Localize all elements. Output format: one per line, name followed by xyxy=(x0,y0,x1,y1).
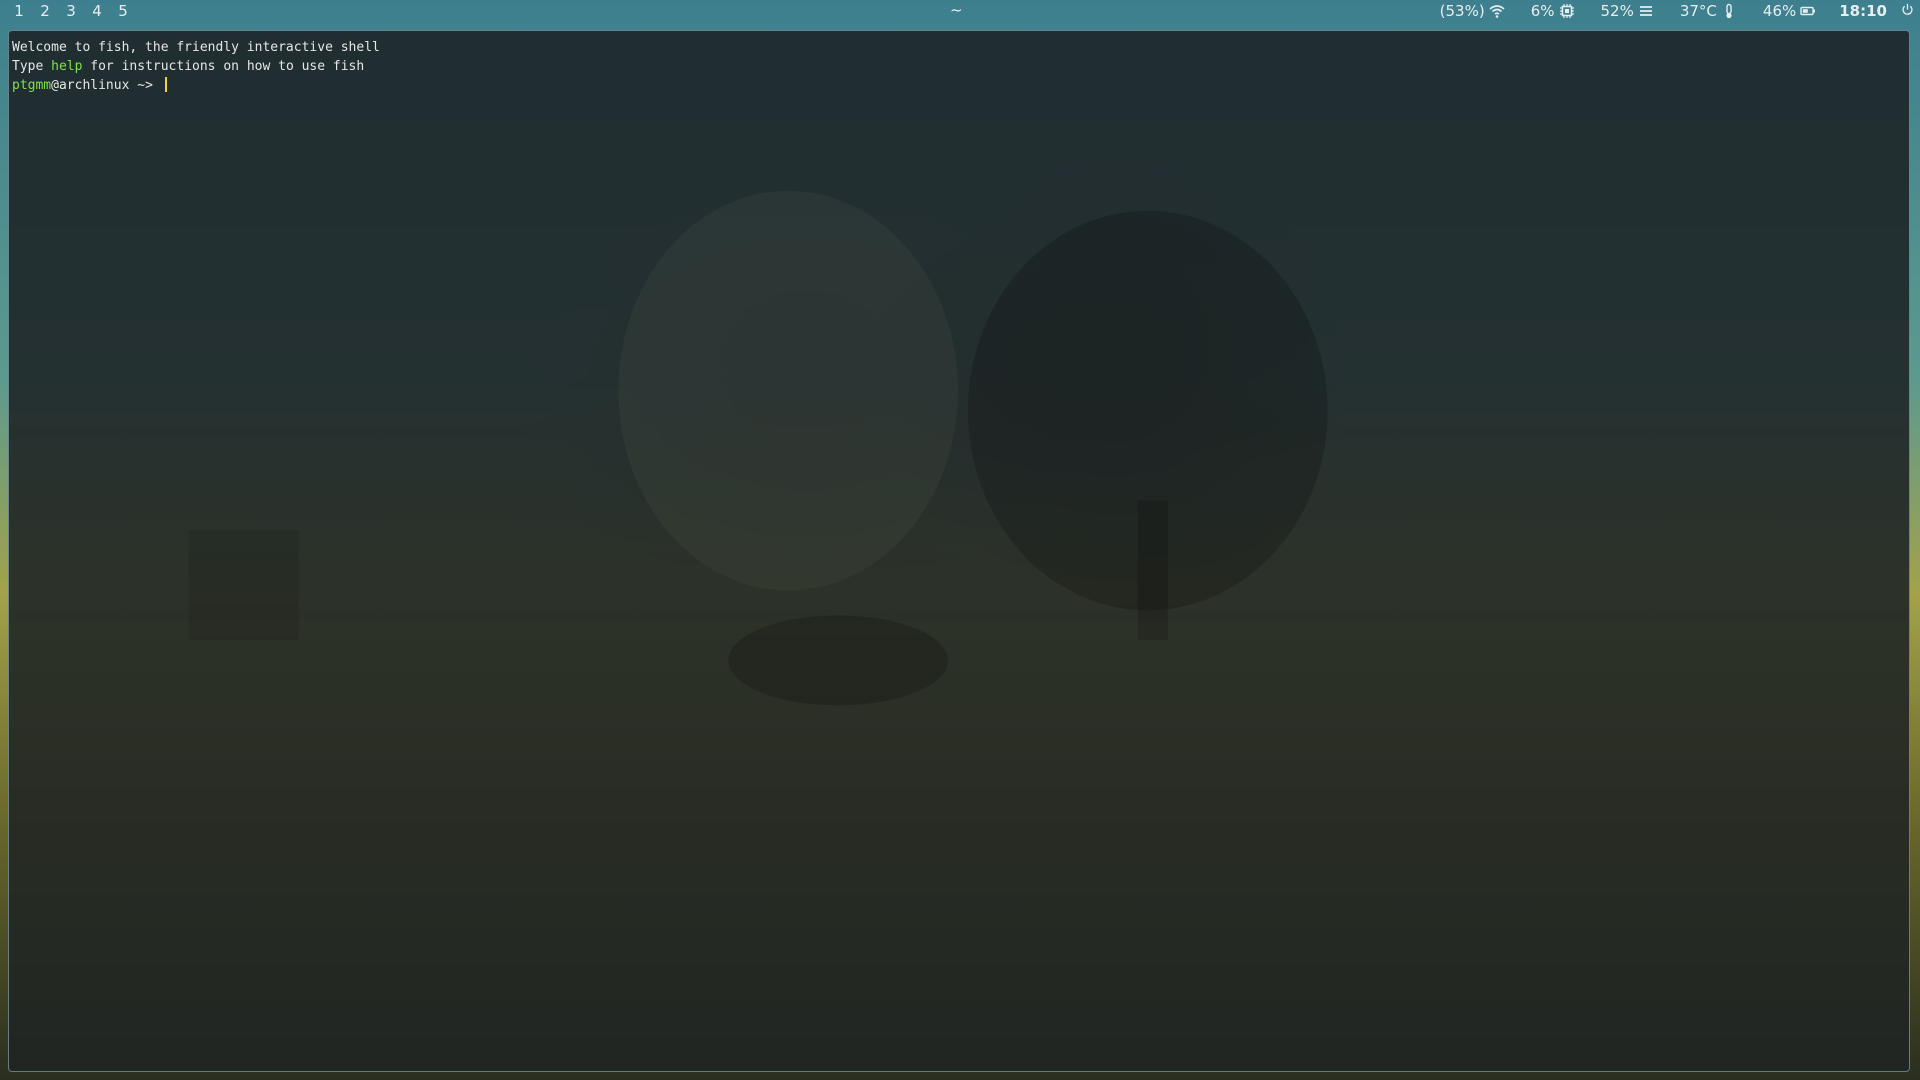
prompt-user: ptgmm xyxy=(12,78,52,93)
battery-label: 46% xyxy=(1762,2,1797,20)
workspace-list: 1 2 3 4 5 xyxy=(0,2,136,20)
text-cursor xyxy=(164,77,167,92)
thermometer-icon xyxy=(1726,3,1732,19)
memory-icon xyxy=(1639,6,1652,16)
prompt-arrow: ~> xyxy=(129,78,161,93)
workspace-2[interactable]: 2 xyxy=(32,2,58,20)
workspace-3[interactable]: 3 xyxy=(58,2,84,20)
welcome-line: Welcome to fish, the friendly interactiv… xyxy=(12,40,380,55)
top-bar: 1 2 3 4 5 ~ (53%) 6% 52% 37°C 46% 18:10 xyxy=(0,0,1920,22)
wifi-module[interactable]: (53%) xyxy=(1427,2,1518,20)
help-line: Type help for instructions on how to use… xyxy=(12,59,365,74)
terminal-output: Welcome to fish, the friendly interactiv… xyxy=(12,38,380,95)
power-icon xyxy=(1902,3,1913,15)
memory-module[interactable]: 52% xyxy=(1588,2,1667,20)
wifi-label: (53%) xyxy=(1439,2,1485,20)
power-module[interactable] xyxy=(1901,2,1920,20)
status-modules: (53%) 6% 52% 37°C 46% 18:10 xyxy=(1427,0,1920,22)
battery-module[interactable]: 46% xyxy=(1750,2,1829,20)
wallpaper-scene xyxy=(9,190,1909,1071)
cpu-icon xyxy=(1559,4,1574,18)
prompt-host: @archlinux xyxy=(51,78,130,93)
window-title: ~ xyxy=(950,1,963,19)
workspace-4[interactable]: 4 xyxy=(84,2,110,20)
wifi-icon xyxy=(1489,5,1505,18)
clock[interactable]: 18:10 xyxy=(1829,2,1901,20)
temperature-label: 37°C xyxy=(1679,2,1717,20)
temperature-module[interactable]: 37°C xyxy=(1667,2,1750,20)
prompt-line[interactable]: ptgmm@archlinux ~> xyxy=(12,77,167,93)
workspace-1[interactable]: 1 xyxy=(6,2,32,20)
cpu-module[interactable]: 6% xyxy=(1518,2,1588,20)
cpu-label: 6% xyxy=(1530,2,1555,20)
battery-icon xyxy=(1800,6,1816,16)
memory-label: 52% xyxy=(1600,2,1634,20)
help-keyword: help xyxy=(51,59,83,74)
workspace-5[interactable]: 5 xyxy=(110,2,136,20)
terminal-window[interactable]: Welcome to fish, the friendly interactiv… xyxy=(8,30,1910,1072)
